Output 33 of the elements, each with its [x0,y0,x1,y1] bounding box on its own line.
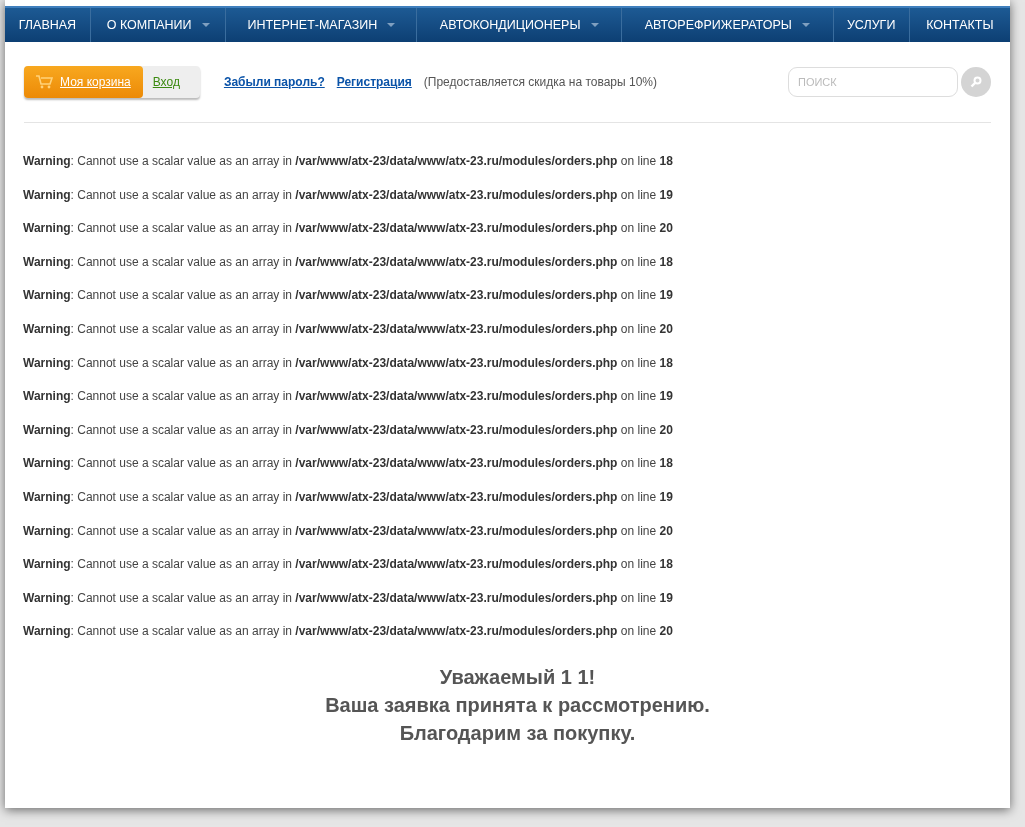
order-confirmation-text: Благодарим за покупку. [399,720,636,746]
php-warning: Warning: Cannot use a scalar value as an array in /var/www/atx-23/data/www/atx-23.ru/modules/orders.php on line 20 [23,623,674,641]
nav-menu-item[interactable]: ГЛАВНАЯ [5,8,91,42]
nav-menu-item[interactable]: О КОМПАНИИ [90,8,227,42]
php-warning: Warning: Cannot use a scalar value as an array in /var/www/atx-23/data/www/atx-23.ru/modules/orders.php on line 19 [23,388,674,406]
nav-menu-item[interactable]: АВТОРЕФРИЖЕРАТОРЫ [621,8,834,42]
php-warning: Warning: Cannot use a scalar value as an array in /var/www/atx-23/data/www/atx-23.ru/modules/orders.php on line 18 [23,556,674,574]
php-warning: Warning: Cannot use a scalar value as an array in /var/www/atx-23/data/www/atx-23.ru/modules/orders.php on line 18 [23,455,674,473]
search-button[interactable] [961,67,991,97]
nav-menu-item[interactable]: КОНТАКТЫ [909,8,1010,42]
php-warning: Warning: Cannot use a scalar value as an array in /var/www/atx-23/data/www/atx-23.ru/modules/orders.php on line 18 [23,354,674,372]
php-warning: Warning: Cannot use a scalar value as an array in /var/www/atx-23/data/www/atx-23.ru/modules/orders.php on line 20 [23,421,674,439]
login-link[interactable]: Вход [142,66,200,98]
search-field[interactable]: ПОИСК [788,67,958,97]
php-warning: Warning: Cannot use a scalar value as an array in /var/www/atx-23/data/www/atx-23.ru/modules/orders.php on line 20 [23,320,674,338]
php-warning: Warning: Cannot use a scalar value as an array in /var/www/atx-23/data/www/atx-23.ru/modules/orders.php on line 19 [23,488,674,506]
php-warning: Warning: Cannot use a scalar value as an array in /var/www/atx-23/data/www/atx-23.ru/modules/orders.php on line 18 [23,253,674,271]
php-warning: Warning: Cannot use a scalar value as an array in /var/www/atx-23/data/www/atx-23.ru/modules/orders.php on line 19 [23,186,674,204]
order-confirmation-text: Ваша заявка принята к рассмотрению. [325,692,710,718]
php-warning: Warning: Cannot use a scalar value as an array in /var/www/atx-23/data/www/atx-23.ru/modules/orders.php on line 19 [23,287,674,305]
nav-menu-item[interactable]: ИНТЕРНЕТ-МАГАЗИН [226,8,418,42]
search-icon [970,76,982,88]
php-warning: Warning: Cannot use a scalar value as an array in /var/www/atx-23/data/www/atx-23.ru/modules/orders.php on line 19 [23,589,674,607]
php-warning: Warning: Cannot use a scalar value as an array in /var/www/atx-23/data/www/atx-23.ru/modules/orders.php on line 18 [23,153,674,170]
cart-icon [36,75,54,89]
nav-menu-item[interactable]: АВТОКОНДИЦИОНЕРЫ [417,8,622,42]
php-warning: Warning: Cannot use a scalar value as an array in /var/www/atx-23/data/www/atx-23.ru/modules/orders.php on line 20 [23,522,674,540]
discount-note: (Предоставляется скидка на товары 10%) [423,75,657,89]
order-confirmation-text: Уважаемый 1 1! [439,664,596,690]
nav-menu-item[interactable]: УСЛУГИ [833,8,910,42]
account-link[interactable]: Забыли пароль? [223,75,325,89]
php-warning: Warning: Cannot use a scalar value as an array in /var/www/atx-23/data/www/atx-23.ru/modules/orders.php on line 20 [23,220,674,238]
account-link[interactable]: Регистрация [336,75,412,89]
